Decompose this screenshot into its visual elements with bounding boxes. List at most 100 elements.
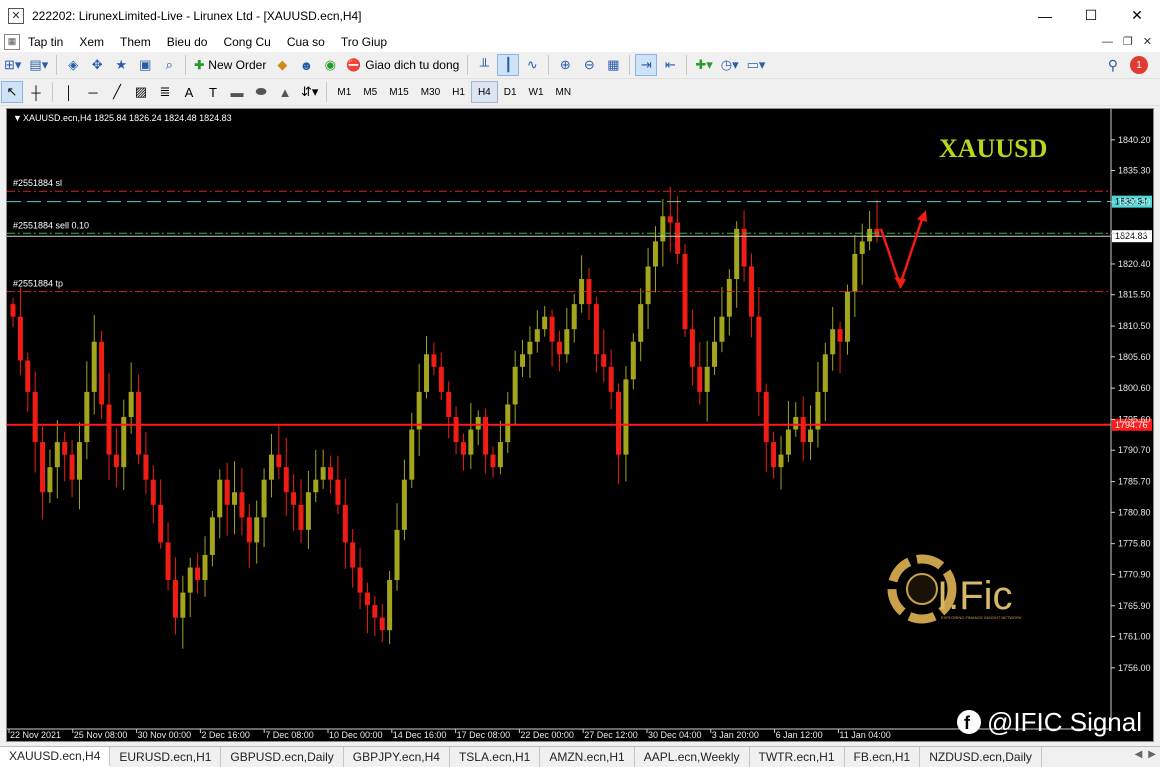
- price-chart[interactable]: #2551884 sl #2551884 sell 0.10 #2551884 tp…: [7, 109, 1153, 741]
- auto-scroll-icon[interactable]: ⇥: [635, 54, 658, 76]
- text-label-icon[interactable]: T: [202, 81, 224, 103]
- timeframe-m15[interactable]: M15: [383, 81, 414, 103]
- price-tick-label: 1775.80: [1118, 539, 1151, 549]
- zoom-out-icon[interactable]: ⊖: [578, 54, 600, 76]
- timeframe-h1[interactable]: H1: [446, 81, 471, 103]
- arrows-icon[interactable]: ⇵▾: [298, 81, 321, 103]
- ellipse-icon[interactable]: ⬬: [250, 81, 272, 103]
- chart-shift-icon[interactable]: ⇤: [659, 54, 681, 76]
- cursor-icon[interactable]: ↖: [1, 81, 23, 103]
- tab-gbpusd[interactable]: GBPUSD.ecn,Daily: [221, 747, 344, 767]
- notification-badge[interactable]: 1: [1130, 56, 1148, 74]
- candle-body: [623, 379, 629, 455]
- chart-info: XAUUSD.ecn,H4 1825.84 1826.24 1824.48 18…: [23, 113, 232, 123]
- strategy-tester-icon[interactable]: ⌕: [158, 54, 180, 76]
- timeframe-m5[interactable]: M5: [357, 81, 383, 103]
- candle-body: [867, 228, 873, 242]
- candle-body: [106, 404, 112, 455]
- price-tick-label: 1825.30: [1118, 228, 1151, 238]
- candle-body: [32, 391, 38, 443]
- maximize-button[interactable]: ☐: [1068, 0, 1114, 31]
- candle-body: [313, 479, 319, 493]
- minimize-button[interactable]: —: [1022, 0, 1068, 31]
- indicators-icon[interactable]: ✚▾: [692, 54, 715, 76]
- mdi-restore-icon[interactable]: ❐: [1123, 35, 1133, 48]
- tab-gbpjpy[interactable]: GBPJPY.ecn,H4: [344, 747, 450, 767]
- candle-body: [475, 416, 481, 430]
- tab-nzdusd[interactable]: NZDUSD.ecn,Daily: [920, 747, 1042, 767]
- candle-body: [652, 241, 658, 267]
- chart-menu-icon[interactable]: ▦: [4, 33, 20, 50]
- timeframe-h4[interactable]: H4: [470, 81, 498, 103]
- market-watch-icon[interactable]: ◈: [62, 54, 84, 76]
- zoom-in-icon[interactable]: ⊕: [554, 54, 576, 76]
- bar-chart-icon[interactable]: ╨: [473, 54, 495, 76]
- line-chart-icon[interactable]: ∿: [521, 54, 543, 76]
- mdi-close-icon[interactable]: ✕: [1143, 35, 1152, 48]
- candle-body: [158, 504, 164, 543]
- menu-charts[interactable]: Bieu do: [159, 35, 216, 49]
- tab-fb[interactable]: FB.ecn,H1: [845, 747, 921, 767]
- chart-tabs: XAUUSD.ecn,H4 EURUSD.ecn,H1 GBPUSD.ecn,D…: [0, 746, 1160, 767]
- menu-view[interactable]: Xem: [71, 35, 112, 49]
- fibonacci-icon[interactable]: ≣: [154, 81, 176, 103]
- metaeditor-icon[interactable]: ◆: [271, 54, 293, 76]
- search-icon[interactable]: ⚲: [1108, 57, 1118, 74]
- templates-icon[interactable]: ▭▾: [744, 54, 769, 76]
- terminal-icon[interactable]: ▣: [134, 54, 156, 76]
- tab-twtr[interactable]: TWTR.ecn,H1: [750, 747, 845, 767]
- rectangle-icon[interactable]: ▬: [226, 81, 248, 103]
- chart-collapse-icon[interactable]: ▼: [13, 113, 22, 123]
- close-button[interactable]: ✕: [1114, 0, 1160, 31]
- tab-eurusd[interactable]: EURUSD.ecn,H1: [110, 747, 222, 767]
- crosshair-icon[interactable]: ┼: [25, 81, 47, 103]
- profiles-icon[interactable]: ▤▾: [26, 54, 51, 76]
- mdi-minimize-icon[interactable]: —: [1102, 36, 1113, 48]
- tab-xauusd[interactable]: XAUUSD.ecn,H4: [0, 747, 111, 767]
- navigator-icon[interactable]: ★: [110, 54, 132, 76]
- menu-window[interactable]: Cua so: [279, 35, 333, 49]
- chart-window[interactable]: #2551884 sl #2551884 sell 0.10 #2551884 tp…: [6, 108, 1154, 742]
- data-window-icon[interactable]: ✥: [86, 54, 108, 76]
- candle-body: [645, 266, 651, 305]
- periods-icon[interactable]: ◷▾: [718, 54, 742, 76]
- new-chart-icon[interactable]: ⊞▾: [1, 54, 24, 76]
- candle-body: [394, 529, 400, 581]
- candle-body: [40, 442, 46, 493]
- trendline-icon[interactable]: ╱: [106, 81, 128, 103]
- candle-body: [830, 329, 836, 355]
- horizontal-line-icon[interactable]: ─: [82, 81, 104, 103]
- tab-tsla[interactable]: TSLA.ecn,H1: [450, 747, 541, 767]
- timeframe-m30[interactable]: M30: [415, 81, 446, 103]
- time-tick-label: 17 Dec 08:00: [457, 730, 511, 740]
- menu-tools[interactable]: Cong Cu: [215, 35, 278, 49]
- triangle-icon[interactable]: ▲: [274, 81, 296, 103]
- signals-icon[interactable]: ◉: [319, 54, 341, 76]
- new-order-button[interactable]: ✚ New Order: [191, 54, 269, 76]
- candlestick-icon[interactable]: ┃: [497, 54, 520, 76]
- tab-scroll-right-icon[interactable]: ▶: [1148, 749, 1156, 760]
- candle-body: [239, 492, 245, 518]
- timeframe-mn[interactable]: MN: [550, 81, 578, 103]
- timeframe-d1[interactable]: D1: [498, 81, 523, 103]
- tab-scroll-left-icon[interactable]: ◀: [1135, 749, 1143, 760]
- candle-body: [136, 391, 142, 455]
- auto-trading-button[interactable]: ⛔ Giao dich tu dong: [343, 54, 462, 76]
- candle-body: [17, 316, 23, 361]
- text-icon[interactable]: A: [178, 81, 200, 103]
- timeframe-w1[interactable]: W1: [523, 81, 550, 103]
- menu-file[interactable]: Tap tin: [20, 35, 71, 49]
- candle-body: [379, 617, 385, 631]
- tab-amzn[interactable]: AMZN.ecn,H1: [540, 747, 635, 767]
- tab-aapl[interactable]: AAPL.ecn,Weekly: [635, 747, 750, 767]
- channel-icon[interactable]: ▨: [130, 81, 152, 103]
- timeframe-m1[interactable]: M1: [331, 81, 357, 103]
- candle-body: [291, 492, 297, 505]
- tile-windows-icon[interactable]: ▦: [602, 54, 624, 76]
- menu-help[interactable]: Tro Giup: [333, 35, 395, 49]
- vertical-line-icon[interactable]: │: [58, 81, 80, 103]
- candle-body: [261, 479, 267, 518]
- candle-body: [571, 304, 577, 330]
- menu-insert[interactable]: Them: [112, 35, 159, 49]
- community-icon[interactable]: ☻: [295, 54, 317, 76]
